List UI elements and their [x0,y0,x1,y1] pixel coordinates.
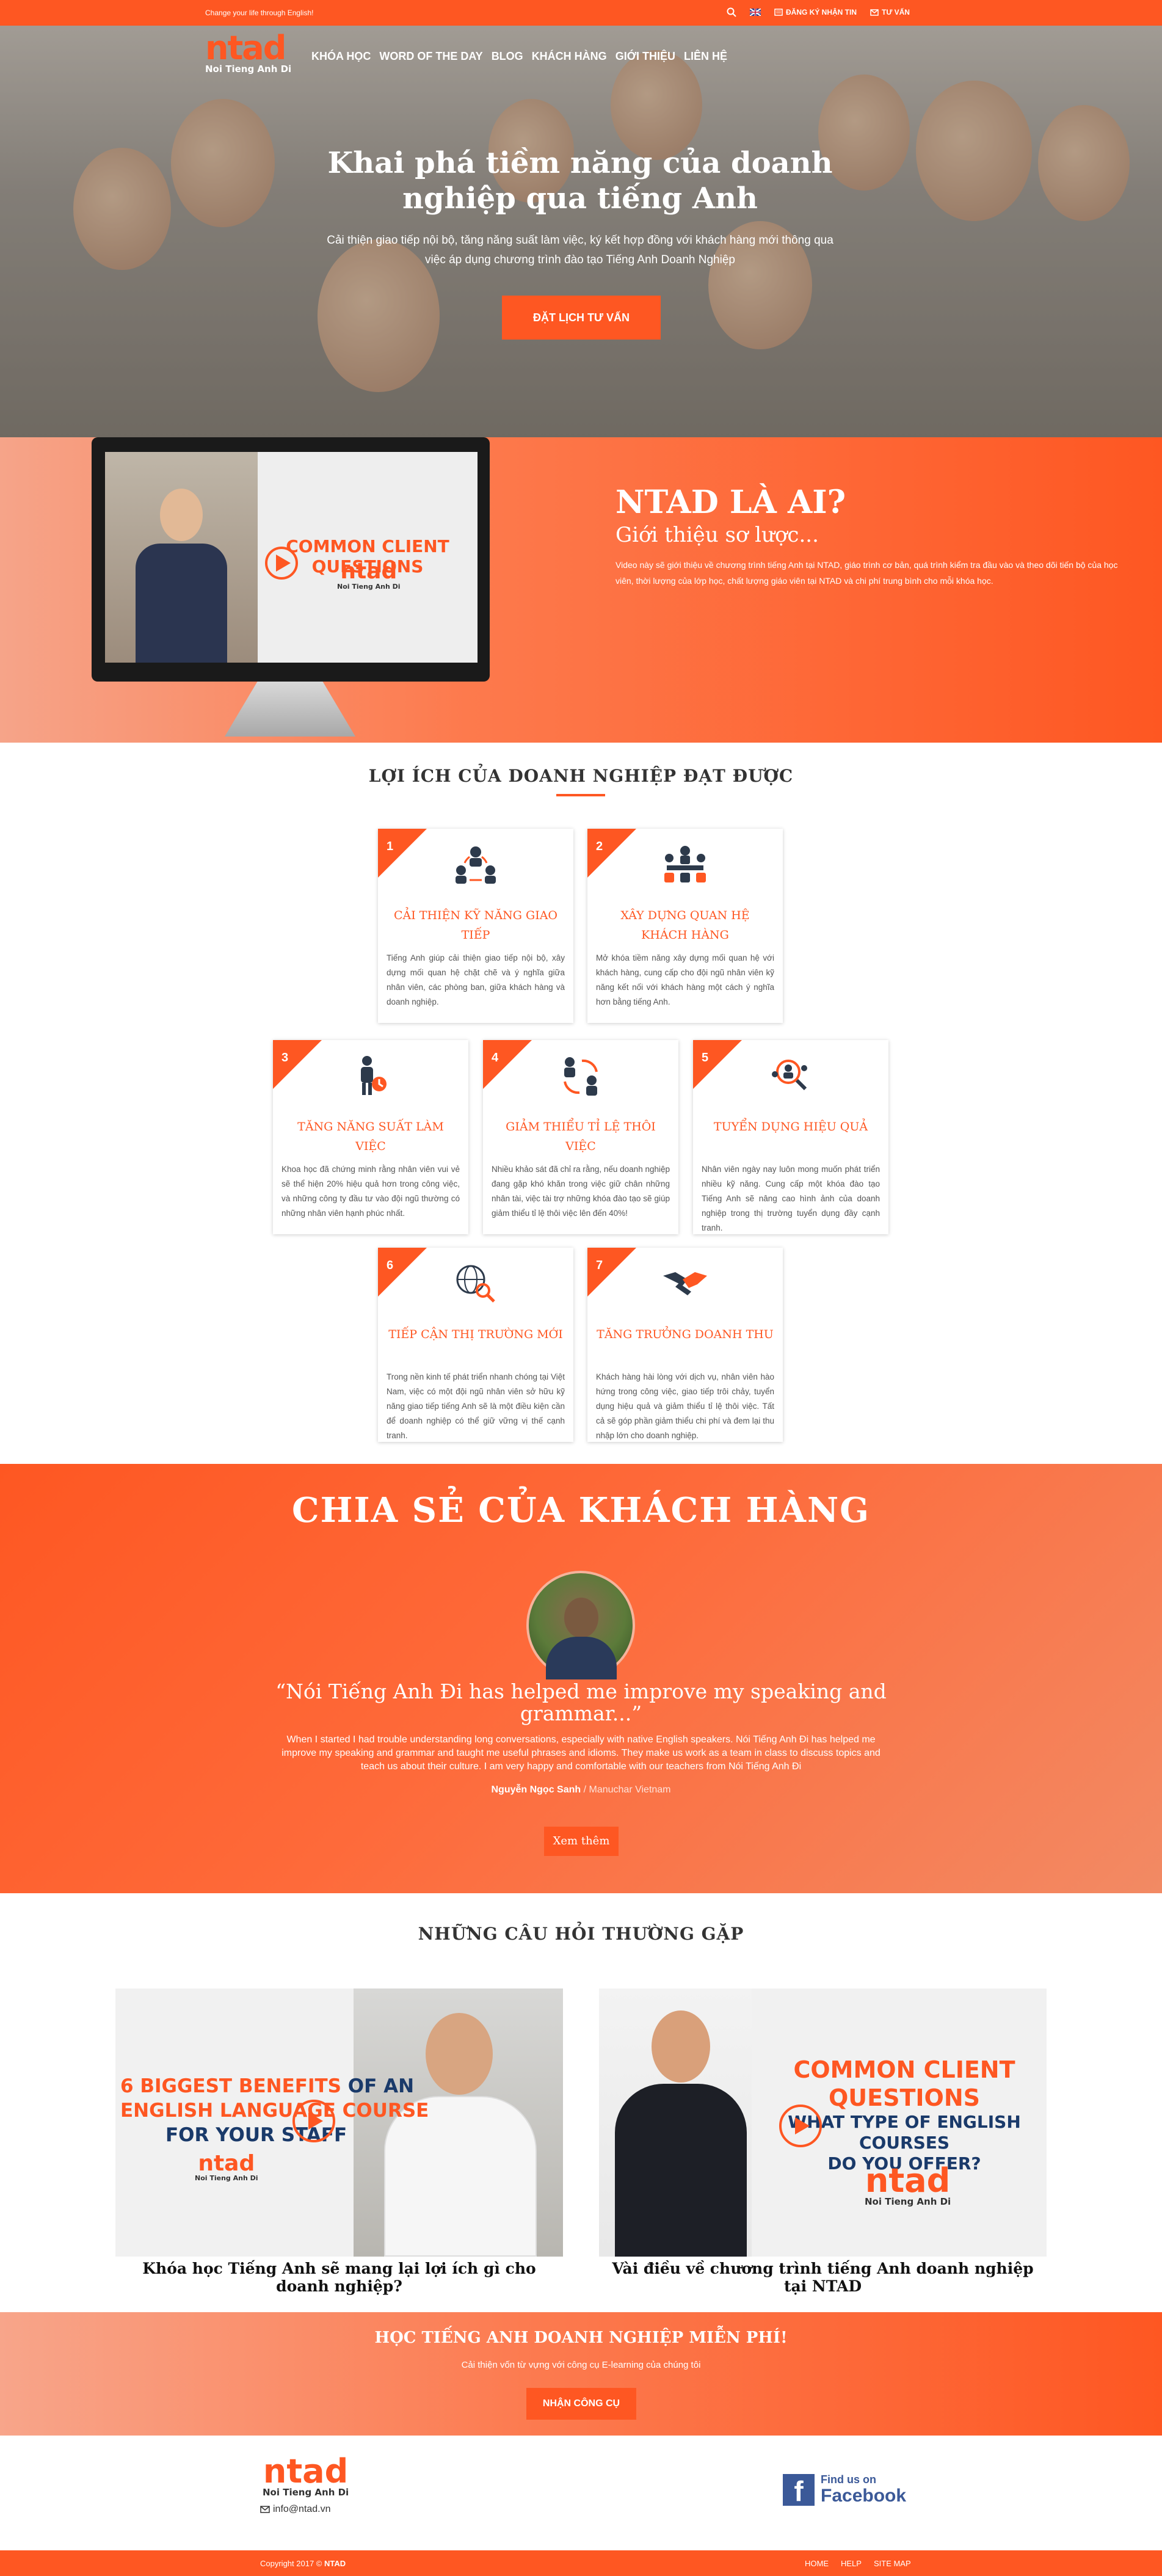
hero-title: Khai phá tiềm năng của doanh nghiệp qua … [327,146,833,216]
tagline: Change your life through English! [205,9,314,17]
benefit-card: 3 TĂNG NĂNG SUẤT LÀM VIỆC Khoa học đã ch… [273,1040,468,1234]
benefit-card: 5 TUYỂN DỤNG HIỆU QUẢ Nhân viên ngày nay… [693,1040,888,1234]
handshake-icon [663,1272,707,1295]
who-title: NTAD LÀ AI? [615,484,846,521]
testimonial-author: Nguyễn Ngọc Sanh / Manuchar Vietnam [491,1785,671,1795]
footer-link-sitemap[interactable]: SITE MAP [874,2559,911,2568]
book-consultation-button[interactable]: ĐẶT LỊCH TƯ VẤN [502,296,661,340]
nav-item-contact[interactable]: LIÊN HỆ [684,50,727,63]
play-icon[interactable] [779,2105,822,2147]
faq-video-1[interactable]: 6 BIGGEST BENEFITS OF AN ENGLISH LANGUAG… [115,1988,563,2257]
footer-email[interactable]: info@ntad.vn [260,2504,331,2515]
envelope-icon [870,9,879,16]
benefit-card: 1 CẢI THIỆN KỸ NĂNG GIAO TIẾP Tiếng Anh … [378,829,573,1023]
cta-title: HỌC TIẾNG ANH DOANH NGHIỆP MIỄN PHÍ! [374,2329,788,2347]
footer-link-help[interactable]: HELP [841,2559,862,2568]
advice-link[interactable]: TƯ VẤN [870,8,910,16]
newsletter-icon [774,9,783,16]
benefit-card: 4 GIẢM THIỂU TỈ LỆ THÔI VIỆC Nhiều khảo … [483,1040,678,1234]
play-icon[interactable] [265,547,298,580]
benefit-card: 6 TIẾP CẬN THỊ TRƯỜNG MỚI Trong nền kinh… [378,1248,573,1442]
hero-subtitle: Cải thiện giao tiếp nội bộ, tăng năng su… [327,234,833,266]
footer-link-home[interactable]: HOME [805,2559,829,2568]
turnover-icon [564,1057,598,1096]
signup-link[interactable]: ĐĂNG KÝ NHẬN TIN [774,8,857,16]
who-text: Video này sẽ giới thiệu về chương trình … [615,560,1118,586]
faq-caption-1[interactable]: Khóa học Tiếng Anh sẽ mang lại lợi ích g… [115,2260,563,2295]
nav-item-courses[interactable]: KHÓA HỌC [311,50,371,63]
video-logo: ntad Noi Tieng Anh Di [337,559,401,591]
top-bar: Change your life through English! ĐĂNG K… [0,0,1162,26]
benefits-underline [556,794,605,796]
search-icon[interactable] [727,7,736,17]
cta-subtitle: Cải thiện vốn từ vựng với công cụ E-lear… [461,2360,701,2370]
facebook-link[interactable]: f Find us on Facebook [783,2473,906,2507]
benefit-card: 2 XÂY DỰNG QUAN HỆ KHÁCH HÀNG Mở khóa ti… [587,829,783,1023]
who-subtitle: Giới thiệu sơ lược... [615,523,819,547]
testimonial-quote: “Nói Tiếng Anh Đi has helped me improve … [275,1679,887,1725]
nav-item-clients[interactable]: KHÁCH HÀNG [532,50,607,63]
global-market-icon [456,1265,495,1303]
footer-bar: Copyright 2017 © NTAD HOME HELP SITE MAP [0,2550,1162,2576]
faq-title: NHỮNG CÂU HỎI THƯỜNG GẶP [418,1924,744,1944]
facebook-icon: f [783,2473,815,2507]
productivity-icon [361,1056,387,1095]
nav-item-word-of-day[interactable]: WORD OF THE DAY [379,50,482,63]
faq-video-2[interactable]: COMMON CLIENT QUESTIONS WHAT TYPE OF ENG… [599,1988,1047,2257]
site-logo[interactable]: ntad Noi Tieng Anh Di [205,32,291,75]
footer-logo[interactable]: ntad Noi Tieng Anh Di [263,2455,349,2498]
see-more-button[interactable]: Xem thêm [544,1827,619,1856]
faq-caption-2[interactable]: Vài điều về chương trình tiếng Anh doanh… [599,2260,1047,2295]
copyright: Copyright 2017 © NTAD [260,2559,346,2568]
nav-item-blog[interactable]: BLOG [492,50,523,63]
footer-links: HOME HELP SITE MAP [805,2559,911,2568]
benefits-title: LỢI ÍCH CỦA DOANH NGHIỆP ĐẠT ĐƯỢC [368,766,794,786]
topbar-actions: ĐĂNG KÝ NHẬN TIN TƯ VẤN [727,7,910,17]
testimonial-text: When I started I had trouble understandi… [281,1734,881,1772]
benefit-card: 7 TĂNG TRƯỞNG DOANH THU Khách hàng hài l… [587,1248,783,1442]
team-communication-icon [456,846,496,884]
avatar [526,1571,635,1679]
uk-flag-icon[interactable] [750,9,761,16]
testimonials-title: CHIA SẺ CỦA KHÁCH HÀNG [292,1490,870,1530]
play-icon[interactable] [292,2100,335,2142]
envelope-icon [260,2506,270,2513]
main-nav: KHÓA HỌC WORD OF THE DAY BLOG KHÁCH HÀNG… [311,50,727,63]
recruitment-icon [772,1060,807,1091]
intro-video[interactable]: COMMON CLIENT QUESTIONS ntad Noi Tieng A… [105,452,478,663]
get-tool-button[interactable]: NHẬN CÔNG CỤ [526,2388,636,2420]
meeting-icon [664,846,706,882]
nav-item-about[interactable]: GIỚI THIỆU [615,50,675,63]
